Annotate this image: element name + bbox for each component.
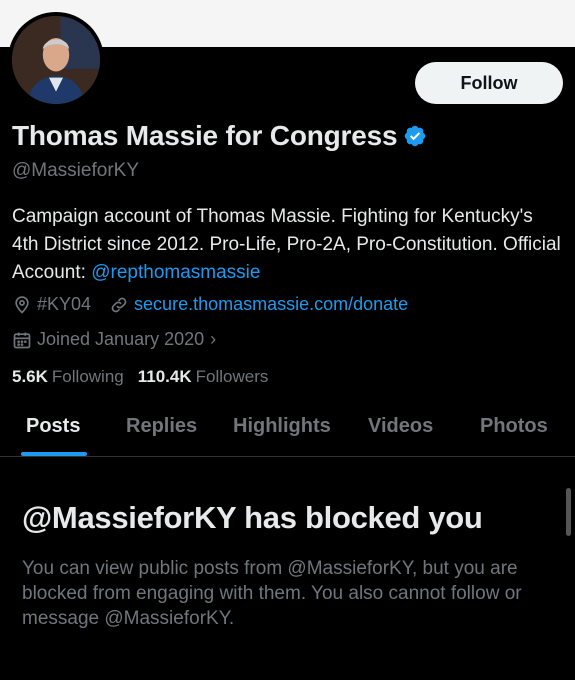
website-item[interactable]: secure.thomasmassie.com/donate — [109, 294, 408, 315]
following-stat[interactable]: 5.6K Following — [12, 367, 124, 387]
blocked-title: @MassieforKY has blocked you — [22, 500, 483, 535]
following-label: Following — [51, 367, 124, 386]
avatar-photo — [12, 16, 100, 104]
profile-name-row: Thomas Massie for Congress — [12, 120, 427, 152]
follow-stats: 5.6K Following 110.4K Followers — [12, 367, 282, 387]
tabs-divider — [0, 456, 575, 457]
chevron-right-icon: › — [210, 329, 217, 349]
followers-count: 110.4K — [137, 367, 192, 386]
follow-button[interactable]: Follow — [415, 62, 563, 104]
tab-highlights[interactable]: Highlights — [233, 415, 331, 438]
joined-text: Joined January 2020 — [37, 329, 205, 349]
website-link[interactable]: secure.thomasmassie.com/donate — [134, 294, 408, 315]
location-text: #KY04 — [37, 294, 92, 314]
following-count: 5.6K — [12, 367, 48, 386]
avatar[interactable] — [8, 12, 104, 108]
blocked-message: You can view public posts from @Massiefo… — [22, 558, 522, 629]
tab-posts[interactable]: Posts — [26, 415, 80, 438]
tab-replies[interactable]: Replies — [126, 415, 197, 438]
calendar-icon — [13, 332, 31, 348]
followers-label: Followers — [195, 367, 269, 386]
followers-stat[interactable]: 110.4K Followers — [138, 367, 269, 387]
profile-meta-row: #KY04 secure.thomasmassie.com/donate — [12, 294, 408, 315]
profile-handle: @MassieforKY — [12, 160, 139, 181]
bio-mention-link[interactable]: @repthomasmassie — [91, 262, 260, 283]
link-icon — [111, 297, 127, 312]
tab-videos[interactable]: Videos — [368, 415, 433, 438]
profile-tabs: Posts Replies Highlights Videos Photos — [0, 407, 575, 455]
tab-photos[interactable]: Photos — [480, 415, 548, 438]
profile-name: Thomas Massie for Congress — [12, 120, 398, 151]
joined-row[interactable]: Joined January 2020 › — [12, 329, 216, 350]
scrollbar[interactable] — [566, 488, 571, 536]
profile-bio: Campaign account of Thomas Massie. Fight… — [12, 203, 562, 287]
verified-badge-icon[interactable] — [403, 124, 427, 148]
location-item: #KY04 — [12, 294, 91, 315]
location-pin-icon — [15, 295, 29, 314]
